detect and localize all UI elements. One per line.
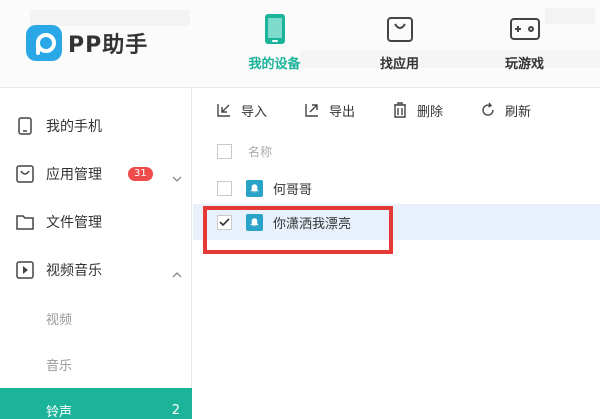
play-icon (16, 261, 34, 279)
sidebar-subitem-music[interactable]: 音乐 (0, 342, 192, 386)
tab-play-games[interactable]: 玩游戏 (462, 6, 587, 82)
list-header: 名称 (193, 136, 600, 166)
pp-logo-icon (26, 25, 62, 61)
ringtone-row[interactable]: 何哥哥 (193, 170, 600, 206)
folder-icon (16, 213, 34, 231)
sidebar-subitem-ringtone[interactable]: 铃声 2 (0, 388, 192, 419)
chevron-down-icon[interactable] (172, 168, 182, 187)
sidebar-item-label: 文件管理 (46, 215, 102, 231)
sidebar-item-label: 视频音乐 (46, 263, 102, 279)
refresh-icon (479, 101, 497, 119)
app-logo: PP助手 (26, 25, 148, 61)
sidebar-subitem-label: 铃声 (46, 404, 73, 419)
sidebar-subitem-label: 音乐 (46, 358, 73, 374)
refresh-button[interactable]: 刷新 (479, 101, 531, 120)
ringtone-name: 何哥哥 (273, 182, 313, 198)
app-manage-icon (16, 165, 34, 183)
tab-find-apps[interactable]: 找应用 (337, 6, 462, 82)
sidebar-item-video-music[interactable]: 视频音乐 (0, 246, 192, 294)
tab-label: 找应用 (379, 57, 419, 72)
column-header-name: 名称 (248, 144, 273, 159)
delete-button[interactable]: 删除 (391, 101, 443, 120)
export-icon (303, 101, 321, 119)
sidebar-item-file-manage[interactable]: 文件管理 (0, 198, 192, 246)
import-icon (215, 101, 233, 119)
sidebar: 我的手机 应用管理 31 文件管理 视频音乐 视频 音乐 铃声 2 (0, 88, 192, 419)
sidebar-subitem-video[interactable]: 视频 (0, 296, 192, 340)
phone-icon (259, 13, 291, 45)
select-all-checkbox[interactable] (217, 143, 232, 159)
tab-my-device[interactable]: 我的设备 (212, 6, 337, 82)
export-label: 导出 (329, 104, 356, 120)
delete-label: 删除 (417, 104, 444, 120)
sidebar-subitem-label: 视频 (46, 312, 73, 328)
import-label: 导入 (241, 104, 268, 120)
sidebar-item-my-phone[interactable]: 我的手机 (0, 102, 192, 150)
shopping-bag-icon (384, 13, 416, 45)
logo-text: PP助手 (68, 33, 149, 58)
top-bar: PP助手 我的设备 找应用 玩游戏 (0, 0, 600, 88)
ringtone-count: 2 (171, 402, 180, 418)
tab-label: 玩游戏 (504, 57, 544, 72)
sidebar-item-label: 我的手机 (46, 119, 102, 135)
main-nav: 我的设备 找应用 玩游戏 (212, 6, 587, 82)
sidebar-item-label: 应用管理 (46, 167, 102, 183)
row-checkbox[interactable] (217, 180, 232, 196)
export-button[interactable]: 导出 (303, 101, 355, 120)
sidebar-item-app-manage[interactable]: 应用管理 31 (0, 150, 192, 198)
highlight-annotation-box (203, 206, 393, 254)
trash-icon (391, 101, 409, 119)
update-count-badge: 31 (128, 167, 153, 181)
tab-label: 我的设备 (248, 57, 301, 72)
bell-icon (246, 179, 263, 197)
phone-icon (16, 117, 34, 135)
main-panel: 导入 导出 删除 刷新 名称 何哥哥 你潇洒我漂亮 (193, 88, 600, 419)
gamepad-icon (509, 13, 541, 45)
app-window: PP助手 我的设备 找应用 玩游戏 我的手机 应用管理 31 文件管理 视频音乐… (0, 0, 600, 419)
chevron-up-icon[interactable] (172, 264, 182, 283)
toolbar: 导入 导出 删除 刷新 (193, 88, 600, 132)
import-button[interactable]: 导入 (215, 101, 267, 120)
refresh-label: 刷新 (505, 104, 532, 120)
